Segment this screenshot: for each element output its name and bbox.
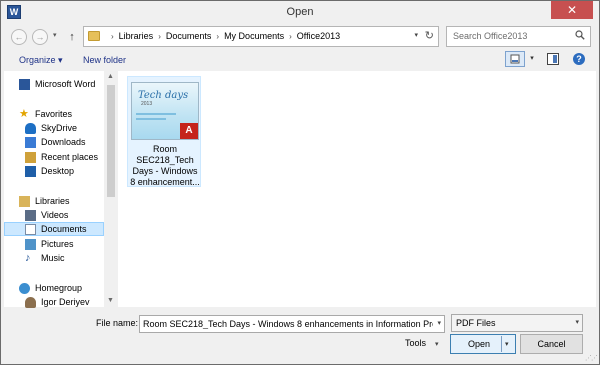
thumbnail-title: Tech days <box>138 90 189 101</box>
file-type-value: PDF Files <box>456 318 496 328</box>
search-input[interactable]: Search Office2013 <box>453 31 527 41</box>
file-thumbnail: Tech days 2013 A <box>131 82 199 140</box>
address-bar[interactable]: › Libraries › Documents › My Documents ›… <box>83 26 439 47</box>
title-bar[interactable]: W Open ✕ <box>1 1 599 23</box>
nav-item-label: Microsoft Word <box>35 79 96 89</box>
command-bar: Organize ▾ New folder ▾ ? <box>1 49 599 69</box>
refresh-icon[interactable]: ↻ <box>425 29 434 42</box>
nav-item-documents[interactable]: Documents <box>4 222 104 236</box>
file-tile[interactable]: Tech days 2013 A Room SEC218_Tech Days -… <box>127 76 201 187</box>
chevron-right-icon[interactable]: › <box>158 32 161 41</box>
split-divider <box>501 336 502 352</box>
file-name-line: Room <box>152 144 177 154</box>
desktop-icon <box>25 165 36 177</box>
file-list: Tech days 2013 A Room SEC218_Tech Days -… <box>118 71 596 307</box>
scroll-up-icon[interactable]: ▲ <box>104 71 117 83</box>
videos-icon <box>25 209 36 221</box>
downloads-icon <box>25 136 36 148</box>
pdf-icon: A <box>180 123 198 139</box>
libraries-icon <box>19 195 30 207</box>
forward-button[interactable]: → <box>32 29 48 45</box>
nav-item-label: Videos <box>41 210 69 220</box>
view-dropdown-icon[interactable]: ▾ <box>526 51 538 67</box>
pictures-icon <box>25 238 36 250</box>
nav-item-label: Igor Deriyev <box>41 297 90 307</box>
nav-item-label: Downloads <box>41 137 86 147</box>
resize-grip-icon[interactable]: ⋰⋰ <box>585 354 598 362</box>
nav-item-label: Favorites <box>35 109 73 119</box>
cancel-button[interactable]: Cancel <box>520 334 583 354</box>
tools-button[interactable]: Tools <box>405 338 426 348</box>
back-button[interactable]: ← <box>11 29 27 45</box>
nav-item-label: SkyDrive <box>41 123 78 133</box>
organize-button[interactable]: Organize ▾ <box>19 55 63 66</box>
thumbnail-subtitle: 2013 <box>141 101 153 107</box>
star-icon: ★ <box>19 107 29 120</box>
change-view-button[interactable] <box>505 51 525 67</box>
word-icon <box>19 78 30 90</box>
thumbnail-graphic <box>136 118 166 120</box>
navigation-pane: Microsoft Word ★ Favorites SkyDrive Down… <box>4 71 117 308</box>
new-folder-button[interactable]: New folder <box>83 55 126 65</box>
nav-item-label: Recent places <box>41 152 99 162</box>
chevron-right-icon[interactable]: › <box>111 32 114 41</box>
recent-places-icon <box>25 151 36 163</box>
nav-item-label: Desktop <box>41 166 75 176</box>
nav-item-label: Homegroup <box>35 283 83 293</box>
view-icon <box>510 54 520 64</box>
help-icon[interactable]: ? <box>573 53 585 65</box>
nav-item-label: Libraries <box>35 196 70 206</box>
file-name-line: SEC218_Tech <box>136 155 194 165</box>
chevron-down-icon[interactable]: ▾ <box>575 318 579 326</box>
scrollbar-thumb[interactable] <box>107 85 115 197</box>
chevron-down-icon[interactable]: ▾ <box>435 340 439 348</box>
scroll-down-icon[interactable]: ▼ <box>104 295 117 307</box>
file-name-label: File name: <box>96 318 139 328</box>
file-name-value[interactable]: Room SEC218_Tech Days - Windows 8 enhanc… <box>143 319 433 329</box>
address-dropdown-icon[interactable]: ▾ <box>414 31 418 39</box>
close-button[interactable]: ✕ <box>551 1 593 19</box>
breadcrumb: › Libraries › Documents › My Documents ›… <box>106 31 340 41</box>
recent-locations-chevron-icon[interactable]: ▾ <box>53 31 57 39</box>
search-box[interactable]: Search Office2013 <box>446 26 591 47</box>
nav-scrollbar[interactable]: ▲ ▼ <box>104 71 117 307</box>
open-dialog: W Open ✕ ← → ▾ ↑ › Libraries › Documents… <box>0 0 600 365</box>
up-button[interactable]: ↑ <box>65 29 79 45</box>
music-icon: ♪ <box>25 251 31 264</box>
breadcrumb-item[interactable]: Office2013 <box>297 31 340 41</box>
breadcrumb-item[interactable]: Libraries <box>119 31 154 41</box>
folder-icon <box>88 31 100 41</box>
nav-item-label: Pictures <box>41 239 74 249</box>
search-icon[interactable] <box>575 30 585 40</box>
documents-icon <box>25 223 36 235</box>
chevron-right-icon[interactable]: › <box>289 32 292 41</box>
window-title: Open <box>286 6 314 18</box>
file-name-label: Room SEC218_Tech Days - Windows 8 enhanc… <box>130 144 200 188</box>
file-name-line: Days - Windows <box>132 166 198 176</box>
nav-item-label: Documents <box>41 224 87 234</box>
thumbnail-graphic <box>136 113 176 115</box>
chevron-down-icon[interactable]: ▾ <box>437 319 441 327</box>
cloud-icon <box>25 122 36 134</box>
chevron-right-icon[interactable]: › <box>216 32 219 41</box>
nav-item-label: Music <box>41 253 65 263</box>
file-name-line: 8 enhancement... <box>130 177 200 187</box>
homegroup-icon <box>19 282 30 294</box>
breadcrumb-item[interactable]: My Documents <box>224 31 284 41</box>
preview-pane-icon[interactable] <box>547 53 559 65</box>
user-icon <box>25 296 36 308</box>
file-name-field[interactable]: Room SEC218_Tech Days - Windows 8 enhanc… <box>139 315 445 333</box>
breadcrumb-item[interactable]: Documents <box>166 31 212 41</box>
file-type-select[interactable]: PDF Files ▾ <box>451 314 583 332</box>
dialog-footer: File name: Room SEC218_Tech Days - Windo… <box>1 308 599 364</box>
open-options-chevron-icon[interactable]: ▾ <box>505 340 509 348</box>
